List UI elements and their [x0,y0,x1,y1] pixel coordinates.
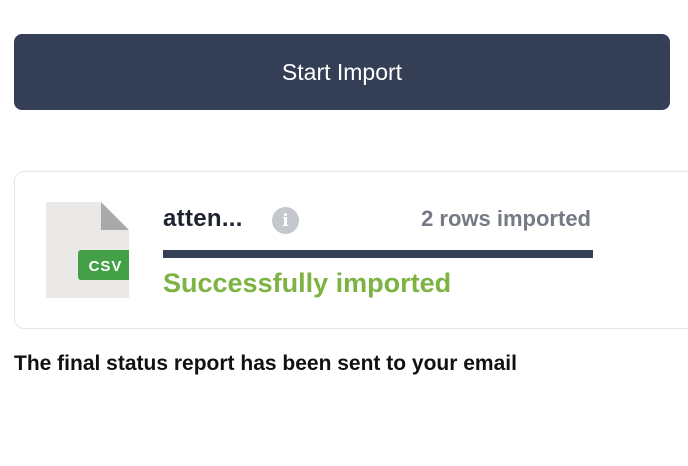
import-progress-fill [163,250,593,258]
file-import-card: CSV atten... i 2 rows imported Successfu… [14,171,688,329]
import-page: Start Import CSV atten... i 2 rows impor… [0,0,688,466]
rows-imported-count: 2 rows imported [421,206,591,231]
status-report-message: The final status report has been sent to… [14,352,517,375]
import-status-text: Successfully imported [163,268,452,298]
import-progress-bar [163,250,593,258]
csv-badge-label: CSV [89,258,123,275]
start-import-button[interactable]: Start Import [14,34,670,110]
csv-file-icon: CSV [46,202,129,298]
file-name: atten... [163,205,243,232]
info-icon[interactable]: i [272,207,299,234]
